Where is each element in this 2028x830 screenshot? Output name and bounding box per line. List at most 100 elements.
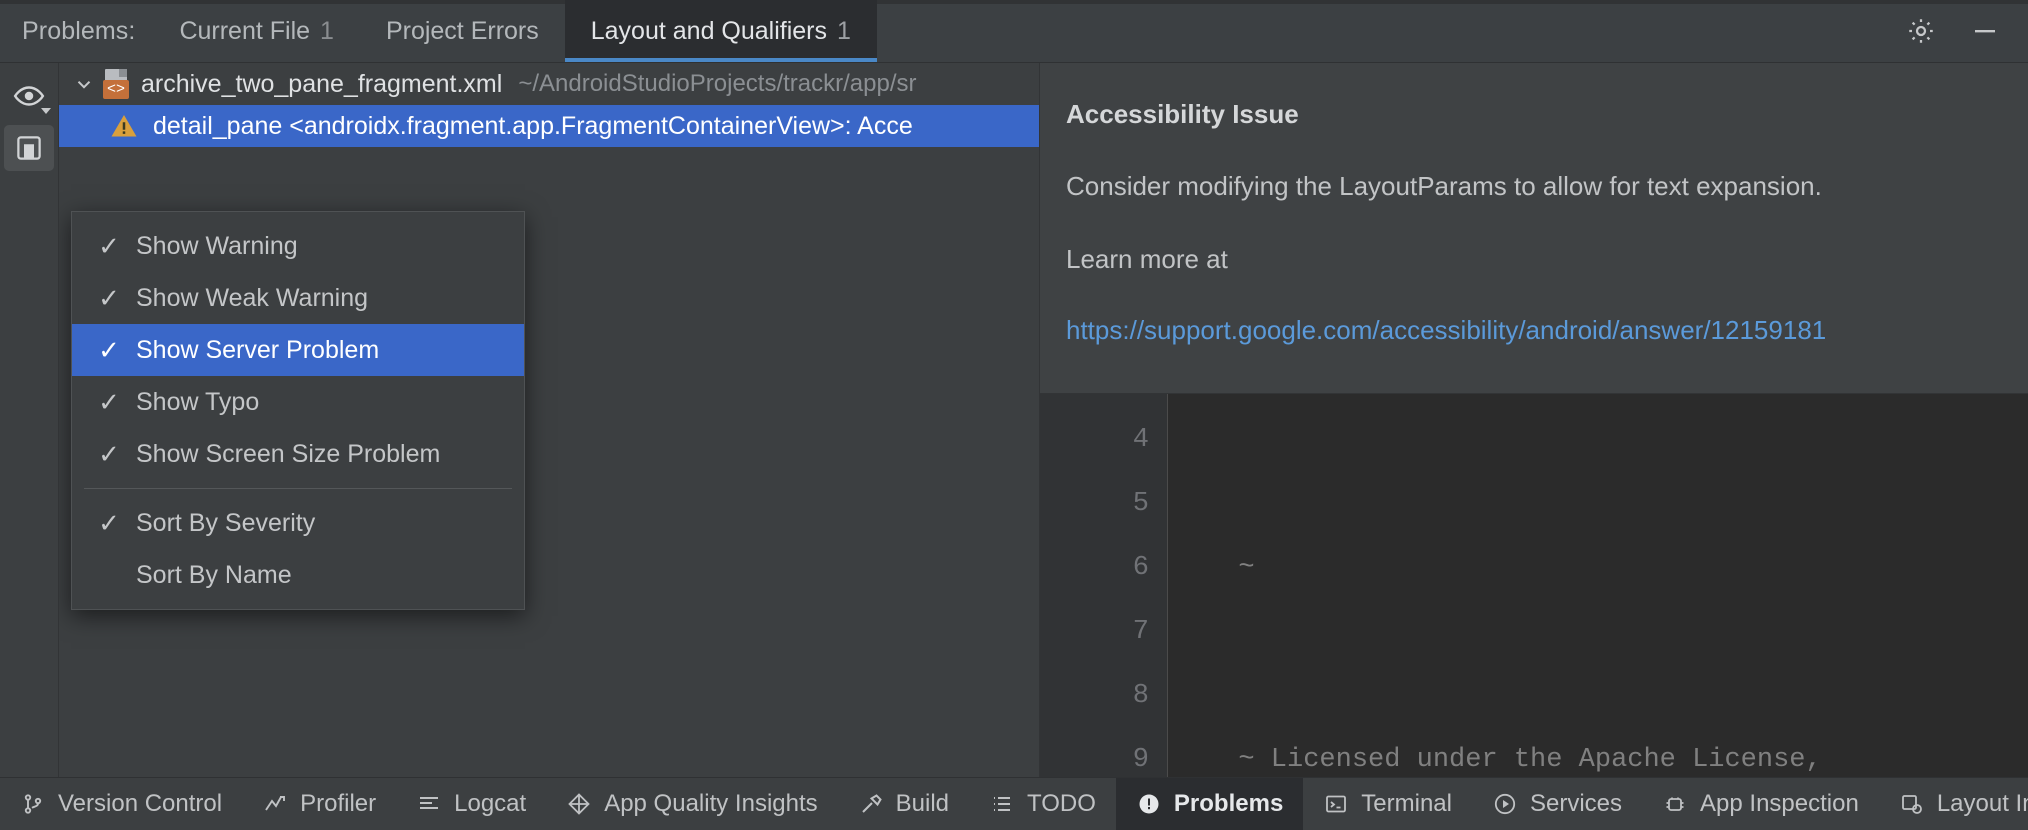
status-item-layout-inspector-label: Layout Inspecto xyxy=(1937,790,2028,818)
code-line: ~ Licensed under the Apache License, xyxy=(1206,728,2028,777)
status-item-app-inspection[interactable]: App Inspection xyxy=(1642,778,1879,830)
menu-separator xyxy=(84,488,512,489)
status-item-logcat-label: Logcat xyxy=(454,790,526,818)
status-item-problems[interactable]: Problems xyxy=(1116,778,1303,830)
status-item-layout-inspector[interactable]: Layout Inspecto xyxy=(1879,778,2028,830)
xml-file-icon-tag: <> xyxy=(103,80,129,99)
diamond-icon xyxy=(566,791,592,817)
gutter-line-number: 9 xyxy=(1040,728,1149,777)
inspection-icon xyxy=(1662,791,1688,817)
status-item-problems-label: Problems xyxy=(1174,790,1283,818)
menu-item-sort-by-severity[interactable]: ✓ Sort By Severity xyxy=(72,497,524,549)
code-preview[interactable]: 4 5 6 7 8 9 ~ ~ Licensed under the Apach… xyxy=(1040,393,2028,777)
tab-layout-and-qualifiers[interactable]: Layout and Qualifiers 1 xyxy=(565,0,877,62)
problem-detail-body: Consider modifying the LayoutParams to a… xyxy=(1066,170,1994,203)
check-icon: ✓ xyxy=(82,439,136,470)
menu-item-show-warning-label: Show Warning xyxy=(136,232,298,261)
gutter-line-number: 5 xyxy=(1040,472,1149,536)
warning-triangle-icon xyxy=(109,111,139,141)
status-item-version-control-label: Version Control xyxy=(58,790,222,818)
status-item-app-inspection-label: App Inspection xyxy=(1700,790,1859,818)
list-icon xyxy=(989,791,1015,817)
tabbar-actions xyxy=(1904,0,2028,62)
menu-item-show-weak-warning-label: Show Weak Warning xyxy=(136,284,368,313)
branch-icon xyxy=(20,791,46,817)
logcat-icon xyxy=(416,791,442,817)
menu-item-show-typo[interactable]: ✓ Show Typo xyxy=(72,376,524,428)
gutter-line-number: 7 xyxy=(1040,600,1149,664)
tab-current-file-label: Current File xyxy=(179,17,310,46)
status-item-app-quality-insights-label: App Quality Insights xyxy=(604,790,817,818)
problems-label: Problems: xyxy=(0,0,153,62)
problem-detail-content: Accessibility Issue Consider modifying t… xyxy=(1040,63,2028,393)
filter-icon[interactable] xyxy=(4,125,54,171)
menu-item-sort-by-severity-label: Sort By Severity xyxy=(136,509,315,538)
code-line: ~ xyxy=(1206,536,2028,600)
gear-icon[interactable] xyxy=(1904,14,1938,48)
eye-dropdown-caret-icon[interactable] xyxy=(41,108,51,114)
check-icon: ✓ xyxy=(82,231,136,262)
problems-tool-window: Problems: Current File 1 Project Errors … xyxy=(0,0,2028,830)
code-lines[interactable]: ~ ~ Licensed under the Apache License, ~… xyxy=(1168,394,2028,777)
tree-file-name: archive_two_pane_fragment.xml xyxy=(141,70,502,99)
status-item-app-quality-insights[interactable]: App Quality Insights xyxy=(546,778,837,830)
status-item-terminal[interactable]: Terminal xyxy=(1303,778,1472,830)
error-circle-icon xyxy=(1136,791,1162,817)
profiler-icon xyxy=(262,791,288,817)
xml-file-icon: <> xyxy=(101,69,131,99)
tab-layout-and-qualifiers-count: 1 xyxy=(837,17,851,46)
menu-item-show-screen-size-problem-label: Show Screen Size Problem xyxy=(136,440,440,469)
status-item-services-label: Services xyxy=(1530,790,1622,818)
problem-detail-link[interactable]: https://support.google.com/accessibility… xyxy=(1066,315,1994,346)
status-item-profiler-label: Profiler xyxy=(300,790,376,818)
check-icon: ✓ xyxy=(82,335,136,366)
problems-filter-menu[interactable]: ✓ Show Warning ✓ Show Weak Warning ✓ Sho… xyxy=(71,211,525,610)
check-icon: ✓ xyxy=(82,387,136,418)
menu-item-show-typo-label: Show Typo xyxy=(136,388,259,417)
problem-detail-learn-more: Learn more at xyxy=(1066,243,1994,276)
tree-file-path: ~/AndroidStudioProjects/trackr/app/sr xyxy=(518,70,916,98)
terminal-icon xyxy=(1323,791,1349,817)
menu-item-show-warning[interactable]: ✓ Show Warning xyxy=(72,220,524,272)
tab-current-file-count: 1 xyxy=(320,17,334,46)
play-circle-icon xyxy=(1492,791,1518,817)
minimize-icon[interactable] xyxy=(1968,14,2002,48)
chevron-down-icon[interactable] xyxy=(67,73,101,95)
menu-item-show-server-problem-label: Show Server Problem xyxy=(136,336,379,365)
left-vertical-toolbar xyxy=(0,63,59,777)
status-item-version-control[interactable]: Version Control xyxy=(0,778,242,830)
problems-tree[interactable]: <> archive_two_pane_fragment.xml ~/Andro… xyxy=(59,63,1039,777)
gutter-line-number: 4 xyxy=(1040,408,1149,472)
tree-row-file[interactable]: <> archive_two_pane_fragment.xml ~/Andro… xyxy=(59,63,1039,105)
gutter-line-number: 6 xyxy=(1040,536,1149,600)
status-item-terminal-label: Terminal xyxy=(1361,790,1452,818)
menu-item-show-weak-warning[interactable]: ✓ Show Weak Warning xyxy=(72,272,524,324)
status-item-build[interactable]: Build xyxy=(838,778,969,830)
menu-item-show-screen-size-problem[interactable]: ✓ Show Screen Size Problem xyxy=(72,428,524,480)
problem-detail-title: Accessibility Issue xyxy=(1066,99,1994,130)
problems-main-area: <> archive_two_pane_fragment.xml ~/Andro… xyxy=(0,63,2028,777)
tab-project-errors-label: Project Errors xyxy=(386,17,539,46)
status-item-todo-label: TODO xyxy=(1027,790,1096,818)
menu-item-show-server-problem[interactable]: ✓ Show Server Problem xyxy=(72,324,524,376)
code-gutter: 4 5 6 7 8 9 xyxy=(1040,394,1168,777)
menu-item-sort-by-name[interactable]: Sort By Name xyxy=(72,549,524,601)
tree-problem-text: detail_pane <androidx.fragment.app.Fragm… xyxy=(153,112,913,141)
bottom-tool-window-bar: Version Control Profiler Logcat xyxy=(0,777,2028,830)
tree-row-problem[interactable]: detail_pane <androidx.fragment.app.Fragm… xyxy=(59,105,1039,147)
problem-detail-panel: Accessibility Issue Consider modifying t… xyxy=(1039,63,2028,777)
status-item-logcat[interactable]: Logcat xyxy=(396,778,546,830)
status-item-todo[interactable]: TODO xyxy=(969,778,1116,830)
check-icon: ✓ xyxy=(82,283,136,314)
problems-tab-bar: Problems: Current File 1 Project Errors … xyxy=(0,0,2028,63)
gutter-line-number: 8 xyxy=(1040,664,1149,728)
tab-layout-and-qualifiers-label: Layout and Qualifiers xyxy=(591,17,827,46)
tab-current-file[interactable]: Current File 1 xyxy=(153,0,360,62)
eye-icon[interactable] xyxy=(4,73,54,119)
status-item-services[interactable]: Services xyxy=(1472,778,1642,830)
check-icon: ✓ xyxy=(82,508,136,539)
status-item-build-label: Build xyxy=(896,790,949,818)
tab-project-errors[interactable]: Project Errors xyxy=(360,0,565,62)
hammer-icon xyxy=(858,791,884,817)
status-item-profiler[interactable]: Profiler xyxy=(242,778,396,830)
